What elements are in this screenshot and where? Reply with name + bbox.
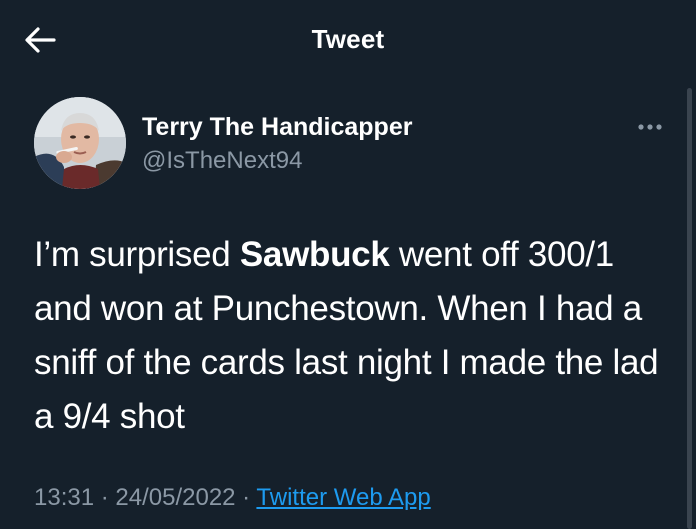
tweet-source-link[interactable]: Twitter Web App [256, 484, 430, 511]
author-handle[interactable]: @IsTheNext94 [142, 147, 302, 175]
tweet-author: Terry The Handicapper @IsTheNext94 [34, 97, 664, 193]
tweet-metadata: 13:31 · 24/05/2022 · Twitter Web App [34, 484, 431, 512]
top-bar: Tweet [0, 0, 696, 80]
author-display-name[interactable]: Terry The Handicapper [142, 113, 412, 142]
tweet-time[interactable]: 13:31 [34, 484, 94, 511]
meta-separator: · [235, 484, 257, 511]
avatar-photo [34, 97, 126, 189]
tweet-date[interactable]: 24/05/2022 [115, 484, 235, 511]
meta-separator: · [94, 484, 116, 511]
avatar[interactable] [34, 97, 126, 189]
tweet-text-part: I’m surprised [34, 235, 240, 274]
more-horizontal-icon [638, 124, 662, 130]
page-title: Tweet [311, 24, 385, 54]
more-options-button[interactable] [632, 115, 668, 139]
scrollbar[interactable] [687, 88, 692, 529]
tweet-detail-screen: Tweet Terry The Handicapper @IsTheNext94 [0, 0, 696, 529]
tweet-text: I’m surprised Sawbuck went off 300/1 and… [34, 228, 674, 444]
tweet-text-bold: Sawbuck [239, 235, 390, 274]
